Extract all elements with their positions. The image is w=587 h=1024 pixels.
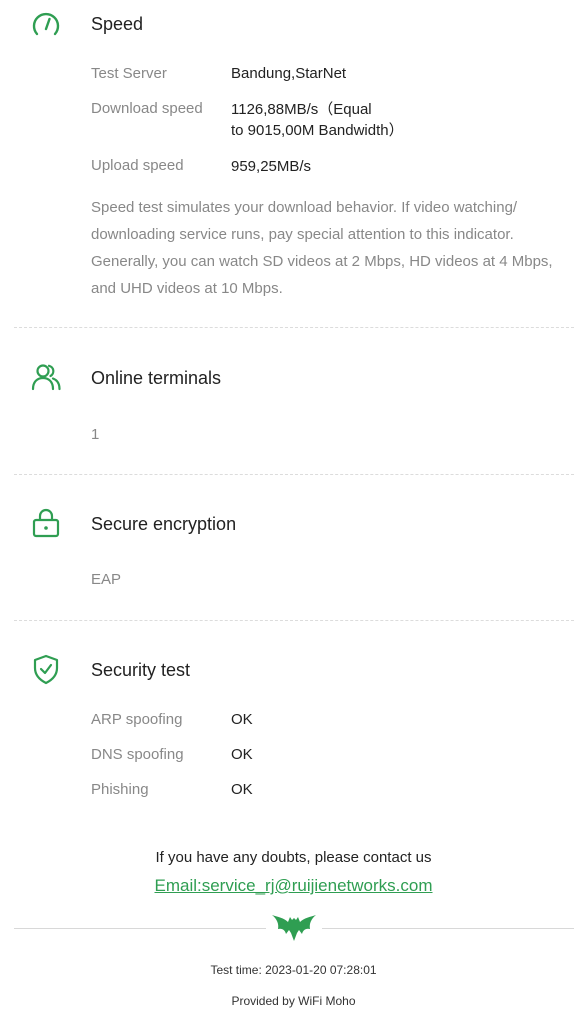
phishing-label: Phishing — [91, 781, 149, 798]
upload-speed-label: Upload speed — [91, 157, 184, 174]
phishing-value: OK — [231, 781, 253, 798]
speed-description: Speed test simulates your download behav… — [91, 199, 553, 297]
arp-spoofing-label: ARP spoofing — [91, 711, 183, 728]
test-server-value: Bandung,StarNet — [231, 65, 347, 82]
shield-check-icon — [33, 654, 59, 685]
report-page: Speed Test Server Bandung,StarNet Downlo… — [0, 0, 587, 1024]
download-speed-value: 1126,88MB/s（Equal — [231, 101, 372, 118]
divider — [14, 474, 574, 475]
provided-by: Provided by WiFi Moho — [231, 994, 356, 1008]
footer-divider-left — [14, 928, 266, 929]
arp-spoofing-value: OK — [231, 711, 253, 728]
secure-encryption-value: EAP — [91, 571, 122, 588]
security-test-title: Security test — [91, 660, 191, 680]
lock-icon — [32, 508, 60, 538]
contact-email-link[interactable]: Email:service_rj@ruijienetworks.com — [0, 876, 587, 896]
divider — [14, 327, 574, 328]
test-time: Test time: 2023-01-20 07:28:01 — [210, 963, 377, 977]
download-speed-value-line2: to 9015,00M Bandwidth） — [231, 122, 404, 139]
online-terminals-value: 1 — [91, 426, 100, 443]
test-server-label: Test Server — [91, 65, 167, 82]
secure-encryption-title: Secure encryption — [91, 514, 237, 534]
dns-spoofing-value: OK — [231, 746, 253, 763]
speedometer-icon — [32, 12, 60, 36]
speed-title: Speed — [91, 14, 144, 34]
users-icon — [31, 364, 61, 391]
contact-note: If you have any doubts, please contact u… — [155, 849, 432, 866]
divider — [14, 620, 574, 621]
bat-logo-icon — [272, 915, 316, 941]
footer-divider-right — [322, 928, 574, 929]
upload-speed-value: 959,25MB/s — [231, 158, 312, 175]
dns-spoofing-label: DNS spoofing — [91, 746, 184, 763]
online-terminals-title: Online terminals — [91, 368, 222, 388]
download-speed-label: Download speed — [91, 100, 203, 117]
